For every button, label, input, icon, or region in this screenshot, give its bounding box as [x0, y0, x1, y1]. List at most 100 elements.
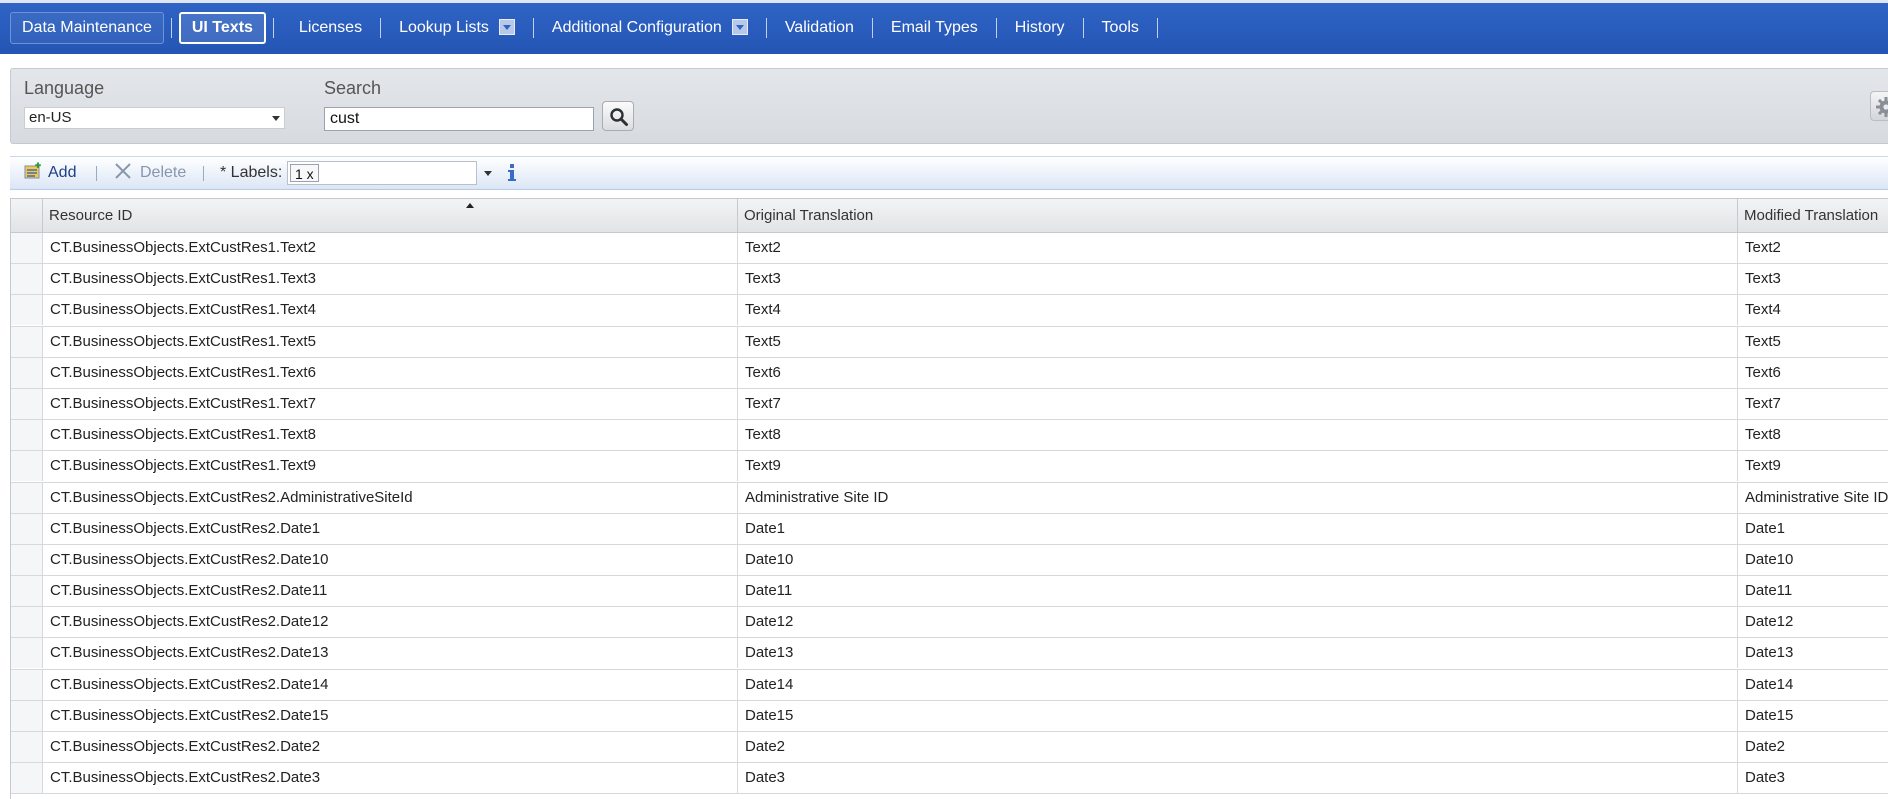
table-row[interactable]: CT.BusinessObjects.ExtCustRes1.Text3 Text… — [11, 264, 1888, 296]
add-label: Add — [48, 164, 77, 181]
nav-tab-label: Additional Configuration — [551, 19, 722, 36]
table-row[interactable]: CT.BusinessObjects.ExtCustRes2.Date14 Dat… — [11, 669, 1888, 701]
modified-translation-cell: Text9 — [1738, 451, 1888, 481]
row-selector[interactable] — [11, 732, 43, 762]
original-translation-cell: Date15 — [738, 700, 1738, 731]
search-button[interactable] — [602, 101, 634, 131]
grid-header: Resource ID Original Translation Modifie… — [11, 198, 1888, 233]
chevron-down-icon[interactable] — [731, 18, 748, 35]
chevron-down-icon[interactable] — [498, 18, 515, 35]
row-selector[interactable] — [11, 388, 43, 419]
column-header-original-translation[interactable]: Original Translation — [738, 199, 1738, 232]
resource-id-cell: CT.BusinessObjects.ExtCustRes2.Date3 — [43, 763, 738, 794]
row-selector[interactable] — [11, 669, 43, 700]
modified-translation-cell: Date13 — [1738, 638, 1888, 668]
nav-tab-ui-texts[interactable]: UI Texts — [178, 12, 266, 44]
labels-chip[interactable]: 1 x — [290, 164, 319, 182]
table-row[interactable]: CT.BusinessObjects.ExtCustRes1.Text9 Text… — [11, 451, 1888, 483]
chevron-down-icon[interactable] — [484, 171, 492, 176]
row-selector[interactable] — [11, 233, 43, 263]
original-translation-cell: Text9 — [738, 451, 1738, 482]
table-row[interactable]: CT.BusinessObjects.ExtCustRes1.Text7 Text… — [11, 388, 1888, 421]
nav-separator — [170, 18, 172, 38]
modified-translation-cell: Administrative Site ID — [1738, 483, 1888, 513]
original-translation-cell: Date12 — [738, 607, 1738, 638]
modified-translation-cell: Text8 — [1738, 420, 1888, 450]
original-translation-cell: Date2 — [738, 732, 1738, 762]
nav-tab-history[interactable]: History — [997, 12, 1083, 44]
labels-field[interactable]: 1 x — [287, 161, 477, 185]
table-row[interactable]: CT.BusinessObjects.ExtCustRes2.Date12 Dat… — [11, 607, 1888, 639]
row-selector[interactable] — [11, 420, 43, 451]
table-row[interactable]: CT.BusinessObjects.ExtCustRes2.Date13 Dat… — [11, 638, 1888, 670]
modified-translation-cell: Date2 — [1738, 732, 1888, 762]
table-row[interactable]: CT.BusinessObjects.ExtCustRes2.Date15 Dat… — [11, 700, 1888, 732]
nav-tab-validation[interactable]: Validation — [767, 12, 872, 44]
settings-button[interactable] — [1870, 91, 1888, 121]
column-header-modified-translation[interactable]: Modified Translation — [1738, 199, 1888, 232]
modified-translation-cell: Date11 — [1738, 576, 1888, 606]
modified-translation-cell: Text6 — [1738, 358, 1888, 388]
table-row[interactable]: CT.BusinessObjects.ExtCustRes2.Date1 Date… — [11, 513, 1888, 545]
table-row[interactable]: CT.BusinessObjects.ExtCustRes2.Date2 Date… — [11, 732, 1888, 764]
delete-icon — [115, 163, 131, 179]
resource-id-cell: CT.BusinessObjects.ExtCustRes1.Text3 — [43, 264, 738, 295]
row-selector[interactable] — [11, 482, 43, 513]
delete-button[interactable]: Delete — [114, 157, 186, 189]
nav-tab-lookup-lists[interactable]: Lookup Lists — [381, 12, 533, 44]
nav-tab-additional-configuration[interactable]: Additional Configuration — [534, 12, 766, 44]
original-translation-cell: Date14 — [738, 669, 1738, 700]
toolbar-divider — [203, 166, 204, 181]
row-selector[interactable] — [11, 295, 43, 326]
modified-translation-cell: Date10 — [1738, 545, 1888, 575]
nav-tab-licenses[interactable]: Licenses — [281, 12, 380, 44]
grid-toolbar: Add Delete * Labels: 1 x — [10, 156, 1888, 190]
language-select[interactable]: en-US — [24, 107, 285, 129]
table-row[interactable]: CT.BusinessObjects.ExtCustRes1.Text8 Text… — [11, 420, 1888, 452]
nav-tab-label: Validation — [784, 19, 854, 36]
row-selector[interactable] — [11, 264, 43, 295]
resource-id-cell: CT.BusinessObjects.ExtCustRes2.Date10 — [43, 544, 738, 575]
original-translation-cell: Text2 — [738, 233, 1738, 263]
column-header-select[interactable] — [11, 199, 43, 232]
table-row[interactable]: CT.BusinessObjects.ExtCustRes1.Text5 Text… — [11, 326, 1888, 358]
resource-id-cell: CT.BusinessObjects.ExtCustRes2.Date14 — [43, 669, 738, 700]
modified-translation-cell: Date1 — [1738, 514, 1888, 544]
table-row[interactable]: CT.BusinessObjects.ExtCustRes2.Date11 Dat… — [11, 576, 1888, 608]
nav-tab-label: Email Types — [890, 19, 978, 36]
row-selector[interactable] — [11, 576, 43, 607]
column-header-resource-id[interactable]: Resource ID — [43, 199, 738, 232]
resource-id-cell: CT.BusinessObjects.ExtCustRes1.Text8 — [43, 420, 738, 451]
original-translation-cell: Date13 — [738, 638, 1738, 669]
row-selector[interactable] — [11, 513, 43, 544]
resource-id-cell: CT.BusinessObjects.ExtCustRes1.Text7 — [43, 388, 738, 419]
modified-translation-cell: Date15 — [1738, 701, 1888, 731]
nav-tab-tools[interactable]: Tools — [1084, 12, 1157, 44]
row-selector[interactable] — [11, 357, 43, 388]
table-row[interactable]: CT.BusinessObjects.ExtCustRes1.Text2 Text… — [11, 233, 1888, 265]
nav-tab-email-types[interactable]: Email Types — [873, 12, 996, 44]
row-selector[interactable] — [11, 607, 43, 638]
table-row[interactable]: CT.BusinessObjects.ExtCustRes1.Text6 Text… — [11, 357, 1888, 389]
search-input[interactable] — [324, 107, 594, 131]
info-icon[interactable] — [506, 163, 518, 183]
table-row[interactable]: CT.BusinessObjects.ExtCustRes1.Text4 Text… — [11, 295, 1888, 327]
original-translation-cell: Date11 — [738, 576, 1738, 607]
table-row[interactable]: CT.BusinessObjects.ExtCustRes2.Date10 Dat… — [11, 544, 1888, 577]
nav-tab-data-maintenance[interactable]: Data Maintenance — [10, 12, 164, 44]
row-selector[interactable] — [11, 638, 43, 669]
grid-body: CT.BusinessObjects.ExtCustRes1.Text2 Text… — [11, 233, 1888, 795]
row-selector[interactable] — [11, 326, 43, 357]
row-selector[interactable] — [11, 700, 43, 731]
row-selector[interactable] — [11, 451, 43, 482]
language-value: en-US — [29, 109, 72, 126]
original-translation-cell: Text5 — [738, 326, 1738, 357]
table-row[interactable]: CT.BusinessObjects.ExtCustRes2.Date3 Date… — [11, 763, 1888, 795]
table-row[interactable]: CT.BusinessObjects.ExtCustRes2.Administr… — [11, 482, 1888, 514]
modified-translation-cell: Text3 — [1738, 264, 1888, 294]
add-button[interactable]: Add — [24, 157, 76, 189]
original-translation-cell: Date1 — [738, 513, 1738, 544]
top-nav-bar: Data Maintenance UI Texts Licenses Lookup L… — [0, 0, 1888, 54]
row-selector[interactable] — [11, 763, 43, 794]
row-selector[interactable] — [11, 544, 43, 575]
